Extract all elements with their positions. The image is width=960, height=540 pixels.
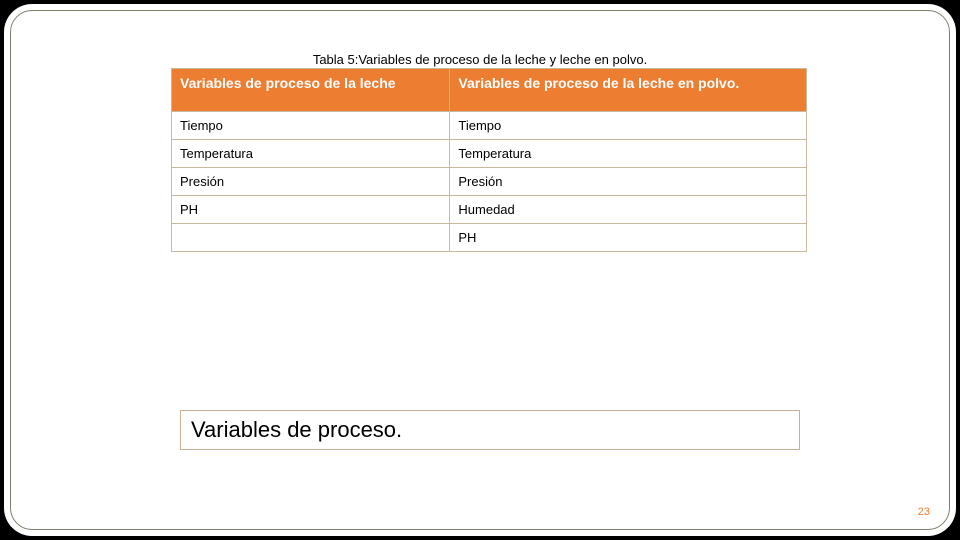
table-row: Temperatura Temperatura [172, 139, 807, 167]
col-header-leche: Variables de proceso de la leche [172, 69, 450, 112]
slide-title: Variables de proceso. [180, 410, 800, 450]
cell: PH [172, 195, 450, 223]
cell-empty [172, 223, 450, 251]
cell: Temperatura [450, 139, 807, 167]
cell: Humedad [450, 195, 807, 223]
table-caption: Tabla 5:Variables de proceso de la leche… [4, 52, 956, 67]
table-row: PH [172, 223, 807, 251]
cell: Tiempo [450, 111, 807, 139]
cell: Tiempo [172, 111, 450, 139]
slide: Tabla 5:Variables de proceso de la leche… [4, 4, 956, 536]
page-number: 23 [918, 506, 930, 518]
variables-table: Variables de proceso de la leche Variabl… [171, 68, 807, 252]
cell: Temperatura [172, 139, 450, 167]
table-row: Tiempo Tiempo [172, 111, 807, 139]
table-header-row: Variables de proceso de la leche Variabl… [172, 69, 807, 112]
cell: Presión [172, 167, 450, 195]
cell: Presión [450, 167, 807, 195]
table-row: PH Humedad [172, 195, 807, 223]
col-header-polvo: Variables de proceso de la leche en polv… [450, 69, 807, 112]
table-row: Presión Presión [172, 167, 807, 195]
cell: PH [450, 223, 807, 251]
